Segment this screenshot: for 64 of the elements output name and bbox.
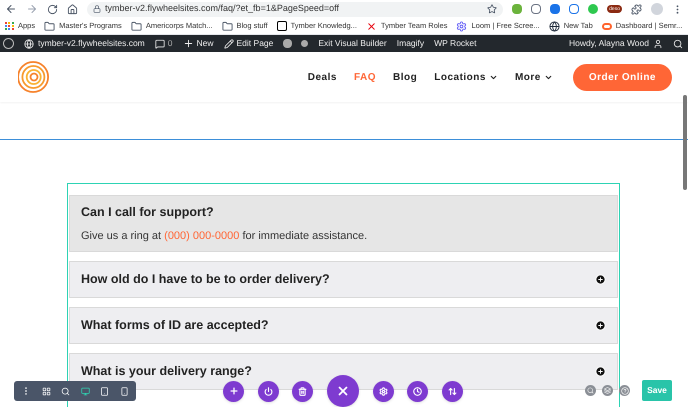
- comment-count[interactable]: 0: [168, 37, 172, 50]
- nav-link[interactable]: Locations: [434, 70, 498, 84]
- tablet-icon[interactable]: [100, 386, 110, 396]
- search-icon[interactable]: [673, 38, 683, 48]
- nav-link[interactable]: Deals: [308, 70, 337, 84]
- close-icon: [336, 384, 350, 398]
- plus-icon: [228, 386, 238, 396]
- expand-icon[interactable]: [595, 274, 606, 286]
- folder-icon: [44, 20, 56, 32]
- folder-icon: [222, 20, 232, 32]
- faq-question: What is your delivery range?: [81, 362, 252, 380]
- layers-button[interactable]: [602, 385, 613, 396]
- forward-icon[interactable]: [26, 3, 38, 15]
- logo-icon[interactable]: [18, 61, 50, 93]
- admin-link[interactable]: Exit Visual Builder: [318, 37, 387, 50]
- faq-item[interactable]: Can I call for support? Give us a ring at (000) 000-0000 for immediate assistance.: [69, 195, 618, 252]
- extension-icon[interactable]: [550, 4, 560, 14]
- admin-link[interactable]: Imagify: [396, 37, 424, 50]
- layout-icon[interactable]: [42, 386, 51, 396]
- extension-icon[interactable]: [569, 4, 580, 14]
- desktop-icon[interactable]: [80, 386, 90, 396]
- admin-link[interactable]: New: [196, 37, 214, 50]
- faq-question: What forms of ID are accepted?: [81, 317, 269, 334]
- expand-icon[interactable]: [595, 366, 606, 377]
- extensions-icon[interactable]: [631, 4, 642, 14]
- nav-link[interactable]: More: [514, 70, 553, 84]
- zoom-icon[interactable]: [61, 386, 70, 396]
- faq-question: How old do I have to be to order delivery?: [81, 271, 330, 288]
- power-icon: [264, 386, 273, 396]
- faq-item[interactable]: What is your delivery range?: [69, 352, 618, 390]
- nav-link[interactable]: Blog: [393, 70, 418, 84]
- clock-icon: [413, 386, 422, 396]
- address-bar[interactable]: tymber-v2.flywheelsites.com/faq/?et_fb=1&PageSpeed=off: [87, 2, 504, 16]
- extension-icon[interactable]: [531, 4, 542, 14]
- folder-icon: [130, 20, 142, 32]
- globe-icon: [548, 20, 560, 32]
- user-icon: [653, 38, 663, 48]
- admin-link[interactable]: Edit Page: [236, 37, 274, 50]
- trash-icon: [298, 386, 308, 396]
- faq-item[interactable]: What forms of ID are accepted?: [69, 307, 618, 344]
- comment-icon: [154, 38, 165, 48]
- lock-icon: [93, 5, 101, 13]
- help-button[interactable]: [619, 385, 630, 396]
- reload-icon[interactable]: [47, 4, 58, 14]
- admin-link[interactable]: WP Rocket: [434, 37, 477, 50]
- phone-icon[interactable]: [120, 386, 129, 396]
- pencil-icon: [224, 38, 234, 48]
- up-down-arrows-icon: [448, 386, 457, 396]
- extension-icon[interactable]: [512, 4, 522, 14]
- faq-question: Can I call for support?: [81, 204, 214, 221]
- greeting-link[interactable]: Howdy, Alayna Wood: [568, 37, 649, 50]
- gear-icon: [378, 386, 388, 396]
- bookmark-star-icon[interactable]: [487, 4, 498, 14]
- site-link[interactable]: tymber-v2.flywheelsites.com: [38, 37, 145, 50]
- site-icon: [24, 38, 34, 48]
- faq-answer: Give us a ring at (000) 000-0000 for immediate assistance.: [81, 228, 368, 244]
- plus-icon: [182, 38, 194, 49]
- zoom-button[interactable]: [585, 385, 596, 396]
- apps-grid-icon: [5, 22, 14, 30]
- home-icon[interactable]: [67, 4, 78, 14]
- expand-icon[interactable]: [595, 320, 606, 331]
- back-icon[interactable]: [5, 3, 17, 15]
- cross-logo-icon: [366, 20, 377, 32]
- faq-item[interactable]: How old do I have to be to order delivery?: [69, 261, 618, 298]
